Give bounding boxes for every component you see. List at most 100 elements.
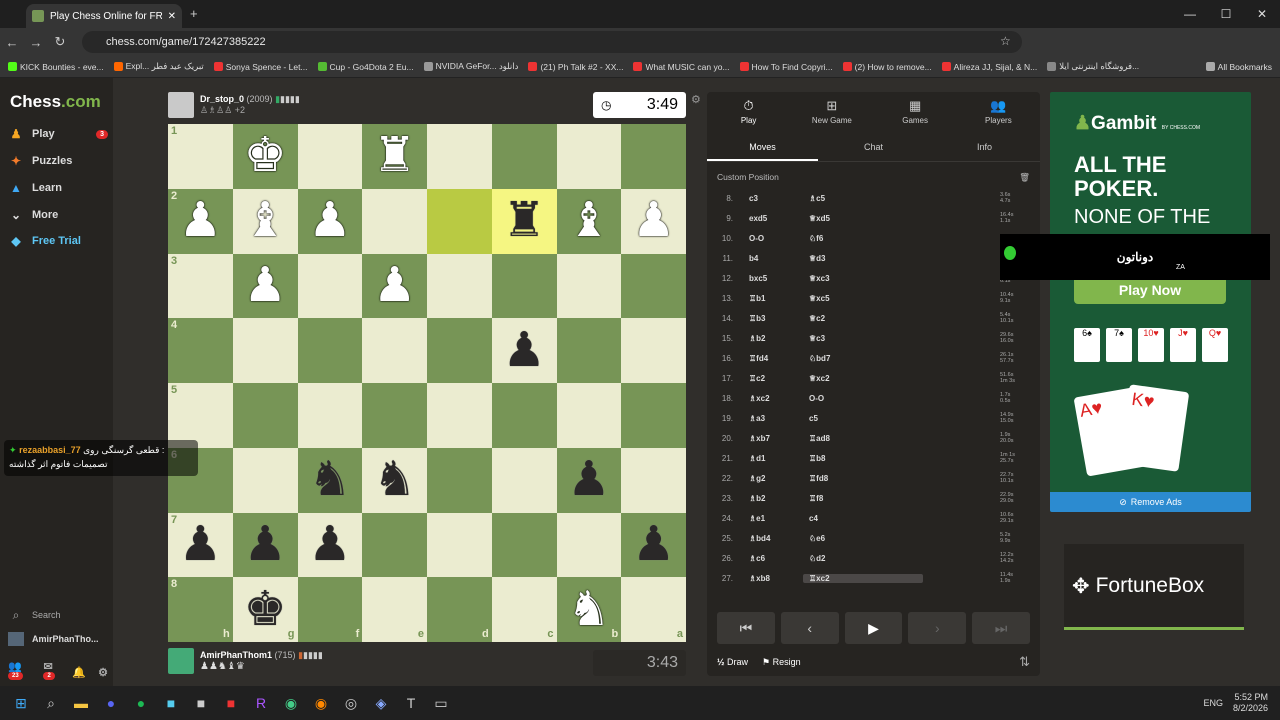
app-icon[interactable]: ■ <box>216 695 246 711</box>
bookmark-item[interactable]: Cup - Go4Dota 2 Eu... <box>317 62 414 72</box>
board-square[interactable] <box>427 383 492 448</box>
board-square[interactable]: ♝ <box>556 188 622 254</box>
play-now-button[interactable]: Play Now <box>1074 276 1226 304</box>
white-pawn-icon[interactable]: ♟ <box>373 261 416 310</box>
language-indicator[interactable]: ENG <box>1203 698 1223 708</box>
bookmark-item[interactable]: How To Find Copyri... <box>739 62 833 72</box>
white-move[interactable]: ♗b2 <box>733 494 803 503</box>
black-rook-icon[interactable]: ♜ <box>503 197 546 245</box>
subtab-info[interactable]: Info <box>929 132 1040 161</box>
advertisement[interactable]: ♟Gambit BY CHESS.COM ALL THE POKER. NONE… <box>1050 92 1251 512</box>
black-move[interactable]: c4 <box>803 514 923 523</box>
board-square[interactable] <box>491 383 557 448</box>
board-square[interactable]: 4 <box>168 318 233 383</box>
subtab-moves[interactable]: Moves <box>707 132 818 161</box>
minimize-icon[interactable]: — <box>1172 0 1208 28</box>
board-square[interactable] <box>232 447 298 513</box>
black-move[interactable]: ♖fd8 <box>803 474 923 483</box>
board-square[interactable]: ♟ <box>362 253 427 319</box>
board-square[interactable] <box>362 188 427 254</box>
black-move[interactable]: ♘d2 <box>803 554 923 563</box>
white-move[interactable]: ♖c2 <box>733 374 803 383</box>
black-pawn-icon[interactable]: ♟ <box>632 520 675 569</box>
board-square[interactable] <box>427 124 492 189</box>
white-king-icon[interactable]: ♚ <box>244 132 287 180</box>
white-move[interactable]: ♗e1 <box>733 514 803 523</box>
trash-icon[interactable]: 🗑 <box>1019 172 1030 183</box>
board-square[interactable]: ♟ <box>621 512 686 578</box>
fortunebox-ad[interactable]: ✥ FortuneBox <box>1064 544 1244 630</box>
clock[interactable]: 5:52 PM 8/2/2026 <box>1233 692 1268 714</box>
play-button[interactable]: ▶ <box>844 612 903 644</box>
black-move[interactable]: O-O <box>803 394 923 403</box>
board-square[interactable]: ♟ <box>556 447 622 513</box>
file-explorer-icon[interactable]: ▬ <box>66 695 96 711</box>
black-move[interactable]: ♖ad8 <box>803 434 923 443</box>
bookmark-item[interactable]: Sonya Spence - Let... <box>213 62 308 72</box>
board-square[interactable]: g ♚ <box>232 577 298 642</box>
black-move[interactable]: ♘f6 <box>803 234 923 243</box>
bookmark-item[interactable]: (2) How to remove... <box>842 62 932 72</box>
board-square[interactable] <box>297 253 363 319</box>
board-square[interactable] <box>491 512 557 578</box>
white-move[interactable]: ♗d1 <box>733 454 803 463</box>
board-square[interactable]: ♝ <box>232 188 298 254</box>
black-king-icon[interactable]: ♚ <box>244 585 287 634</box>
sidebar-item-play[interactable]: ♟ Play 3 <box>8 127 108 141</box>
white-move[interactable]: exd5 <box>733 214 803 223</box>
board-square[interactable] <box>427 253 492 319</box>
bookmark-item[interactable]: Expl... تبریک عید فطر <box>113 61 204 72</box>
black-move[interactable]: ♕xc2 <box>803 374 923 383</box>
tab-close-icon[interactable]: ✕ <box>168 11 176 22</box>
board-square[interactable] <box>362 512 427 578</box>
white-move[interactable]: ♗xb8 <box>733 574 803 583</box>
chess-board[interactable]: 1♚♜2♟♝♟♜♝♟3♟♟4♟56♞♞♟7♟♟♟♟8hg♚fedcb♞a <box>168 124 686 642</box>
board-square[interactable]: 5 <box>168 383 233 448</box>
sidebar-item-puzzles[interactable]: ✦ Puzzles <box>8 154 108 168</box>
white-move[interactable]: ♗a3 <box>733 414 803 423</box>
reload-icon[interactable]: ↻ <box>48 34 72 50</box>
board-square[interactable] <box>427 188 492 254</box>
board-square[interactable]: e <box>362 577 427 642</box>
board-square[interactable] <box>297 124 363 189</box>
board-square[interactable]: ♜ <box>491 188 557 254</box>
sidebar-item-more[interactable]: ⌄ More <box>8 208 108 222</box>
white-move[interactable]: ♗xc2 <box>733 394 803 403</box>
app-icon[interactable]: ◈ <box>366 695 396 712</box>
black-move[interactable]: ♖b8 <box>803 454 923 463</box>
board-square[interactable] <box>556 383 622 448</box>
tab-play[interactable]: ⏱ Play <box>707 92 790 132</box>
black-move[interactable]: ♗c5 <box>803 194 923 203</box>
white-move[interactable]: ♖b3 <box>733 314 803 323</box>
windows-start-icon[interactable]: ⊞ <box>6 695 36 712</box>
white-move[interactable]: bxc5 <box>733 274 803 283</box>
bookmark-item[interactable]: (21) Ph Talk #2 - XX... <box>528 62 623 72</box>
white-pawn-icon[interactable]: ♟ <box>632 197 675 245</box>
black-pawn-icon[interactable]: ♟ <box>308 520 351 569</box>
white-move[interactable]: ♖b1 <box>733 294 803 303</box>
board-square[interactable] <box>556 124 622 189</box>
tab-games[interactable]: ▦ Games <box>874 92 957 132</box>
board-square[interactable] <box>362 318 427 383</box>
board-square[interactable]: ♟ <box>297 512 363 578</box>
move-list[interactable]: 8. c3 ♗c5 3.6s 4.7s 9. exd5 ♕xd5 16.4s 1.1s 10. O-O… <box>707 188 1040 608</box>
board-square[interactable] <box>491 447 557 513</box>
chrome-icon[interactable]: ◉ <box>276 695 306 712</box>
resign-button[interactable]: ⚑ Resign <box>762 657 801 668</box>
player-name[interactable]: Dr_stop_0 <box>200 94 244 104</box>
avatar[interactable] <box>168 92 194 118</box>
black-pawn-icon[interactable]: ♟ <box>503 326 546 375</box>
board-square[interactable] <box>621 383 686 448</box>
prev-move-button[interactable]: ‹ <box>780 612 839 644</box>
board-square[interactable]: ♟ <box>232 512 298 578</box>
player-name[interactable]: AmirPhanThom1 <box>200 650 272 660</box>
tab-new-game[interactable]: ⊞ New Game <box>790 92 873 132</box>
board-square[interactable]: c <box>491 577 557 642</box>
app-icon[interactable]: ■ <box>156 695 186 711</box>
board-square[interactable] <box>297 318 363 383</box>
black-move[interactable]: ♘bd7 <box>803 354 923 363</box>
black-pawn-icon[interactable]: ♟ <box>179 520 222 569</box>
board-square[interactable]: a <box>621 577 686 642</box>
board-square[interactable]: 7 ♟ <box>168 512 233 578</box>
board-square[interactable]: 8h <box>168 577 233 642</box>
